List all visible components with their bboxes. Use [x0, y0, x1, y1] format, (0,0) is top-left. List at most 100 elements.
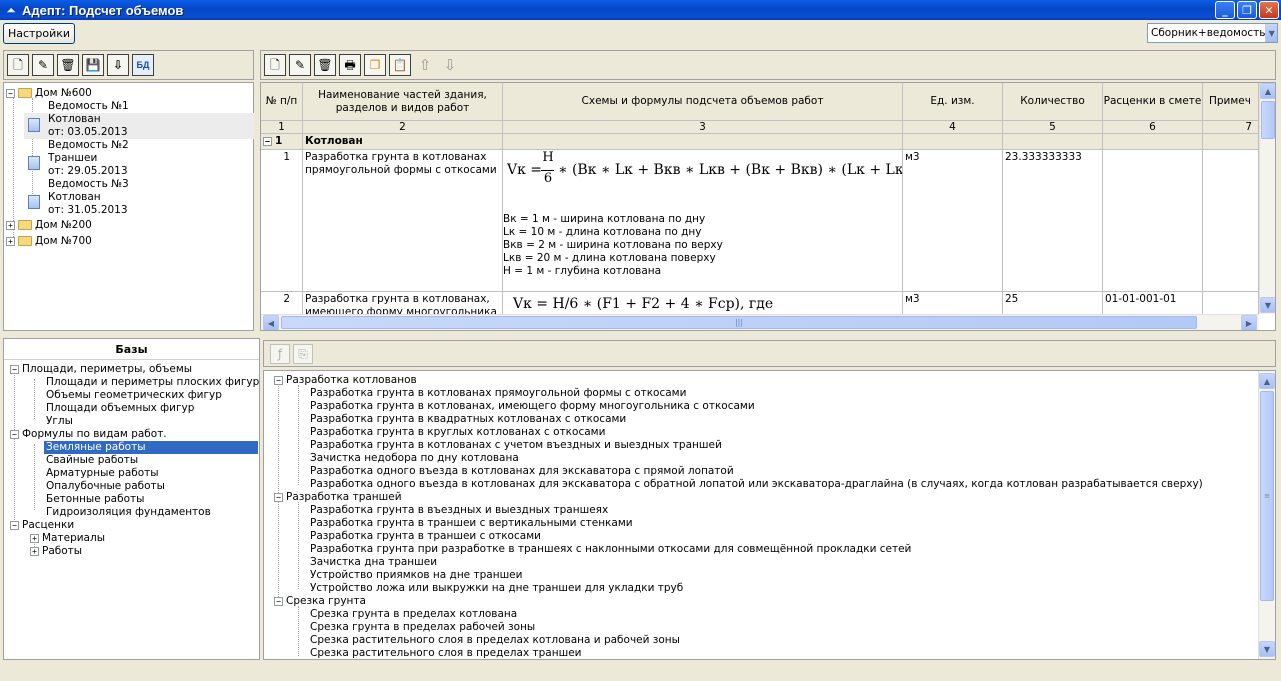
collapse-icon[interactable]: − — [10, 364, 19, 374]
tree-item-house[interactable]: + Дом №700 — [6, 235, 92, 248]
bases-item[interactable]: Площади и периметры плоских фигур — [46, 376, 259, 389]
new-document-icon[interactable]: 🗋 — [7, 54, 29, 76]
expand-icon[interactable]: + — [30, 533, 39, 543]
paste-icon[interactable]: 📋 — [389, 54, 411, 76]
tree-item-doc[interactable]: Котлован — [48, 113, 101, 126]
bases-item[interactable]: Свайные работы — [46, 454, 138, 467]
formula-group[interactable]: − Срезка грунта — [274, 595, 366, 608]
grid-vertical-scrollbar[interactable]: ▲ ▼ — [1259, 83, 1275, 314]
table-row-formula[interactable]: Vк = H 6 ∗ (Bк ∗ Lк + Bкв ∗ Lкв + (Bк + … — [503, 150, 903, 292]
formula-item[interactable]: Разработка грунта в квадратных котлована… — [310, 413, 626, 426]
download-icon[interactable]: ⇩ — [107, 54, 129, 76]
scroll-left-icon[interactable]: ◀ — [263, 315, 279, 330]
scroll-down-icon[interactable]: ▼ — [1260, 297, 1275, 313]
tree-item-house[interactable]: + Дом №200 — [6, 219, 92, 232]
scroll-thumb[interactable]: ||| — [281, 316, 1197, 329]
maximize-button[interactable]: ❐ — [1237, 1, 1257, 19]
formula-item[interactable]: Зачистка дна траншеи — [310, 556, 437, 569]
formula-item[interactable]: Зачистка недобора по дну котлована — [310, 452, 519, 465]
column-header-formula[interactable]: Схемы и формулы подсчета объемов работ — [503, 83, 903, 121]
bases-item[interactable]: Гидроизоляция фундаментов — [46, 506, 211, 519]
bases-group[interactable]: − Площади, периметры, объемы — [10, 363, 192, 376]
formula-icon[interactable]: ƒ — [270, 343, 290, 364]
column-header-qty[interactable]: Количество — [1003, 83, 1103, 121]
bases-item[interactable]: Арматурные работы — [46, 467, 159, 480]
collapse-icon[interactable]: − — [263, 136, 272, 146]
bases-group[interactable]: + Работы — [30, 545, 82, 558]
bases-group[interactable]: + Материалы — [30, 532, 105, 545]
tree-item-statement[interactable]: Ведомость №3 — [48, 178, 129, 191]
scroll-up-icon[interactable]: ▲ — [1260, 83, 1275, 99]
save-icon[interactable]: 💾 — [82, 54, 104, 76]
formula-item[interactable]: Разработка грунта в котлованах прямоугол… — [310, 387, 686, 400]
edit-icon[interactable]: ✎ — [32, 54, 54, 76]
tree-item-doc[interactable]: Траншеи — [48, 152, 97, 165]
column-header-name[interactable]: Наименование частей здания, разделов и в… — [303, 83, 503, 121]
collapse-icon[interactable]: − — [10, 429, 19, 439]
formula-item[interactable]: Срезка растительного слоя в пределах тра… — [310, 647, 581, 659]
scroll-right-icon[interactable]: ▶ — [1241, 315, 1257, 330]
scroll-down-icon[interactable]: ▼ — [1259, 641, 1275, 657]
delete-icon[interactable]: 🗑 — [314, 54, 336, 76]
arrow-down-icon[interactable]: ⇩ — [439, 54, 461, 76]
scroll-thumb[interactable] — [1261, 101, 1275, 139]
bases-item[interactable]: Площади объемных фигур — [46, 402, 194, 415]
expand-icon[interactable]: + — [6, 236, 15, 246]
formulas-scrollbar[interactable]: ▲ ≡ ▼ — [1258, 371, 1275, 659]
collapse-icon[interactable]: − — [274, 596, 283, 606]
section-row-name[interactable]: Котлован — [303, 134, 503, 150]
print-icon[interactable]: 🖶 — [339, 54, 361, 76]
scroll-thumb[interactable]: ≡ — [1260, 391, 1274, 601]
formula-group[interactable]: − Разработка траншей — [274, 491, 402, 504]
minimize-button[interactable]: _ — [1215, 1, 1235, 19]
collapse-icon[interactable]: − — [274, 375, 283, 385]
table-row-qty[interactable]: 23.333333333 — [1003, 150, 1103, 292]
formula-item[interactable]: Разработка грунта в котлованах с учетом … — [310, 439, 722, 452]
formula-item[interactable]: Разработка грунта в въездных и выездных … — [310, 504, 608, 517]
close-button[interactable]: ✕ — [1259, 1, 1279, 19]
bases-group[interactable]: − Расценки — [10, 519, 74, 532]
table-row-name[interactable]: Разработка грунта в котлованах прямоугол… — [303, 150, 503, 292]
new-document-icon[interactable]: 🗋 — [264, 54, 286, 76]
formula-item[interactable]: Разработка одного въезда в котлованах дл… — [310, 465, 734, 478]
mode-select[interactable]: Сборник+ведомость ▼ — [1147, 23, 1278, 43]
tree-item-statement[interactable]: Ведомость №2 — [48, 139, 129, 152]
formula-item[interactable]: Срезка грунта в пределах рабочей зоны — [310, 621, 535, 634]
bases-group[interactable]: − Формулы по видам работ. — [10, 428, 167, 441]
database-button[interactable]: БД — [132, 54, 154, 76]
section-row-num[interactable]: −1 — [261, 134, 303, 150]
formula-item[interactable]: Срезка растительного слоя в пределах кот… — [310, 634, 680, 647]
formula-item[interactable]: Разработка одного въезда в котлованах дл… — [310, 478, 1203, 491]
tree-item-statement[interactable]: Ведомость №1 — [48, 100, 129, 113]
bases-item[interactable]: Опалубочные работы — [46, 480, 165, 493]
column-header-note[interactable]: Примеч — [1203, 83, 1259, 121]
collapse-icon[interactable]: − — [274, 492, 283, 502]
table-row-price[interactable] — [1103, 150, 1203, 292]
bases-item[interactable]: Бетонные работы — [46, 493, 144, 506]
bases-item[interactable]: Объемы геометрических фигур — [46, 389, 222, 402]
expand-icon[interactable]: + — [30, 546, 39, 556]
delete-icon[interactable]: 🗑 — [57, 54, 79, 76]
scroll-up-icon[interactable]: ▲ — [1259, 373, 1275, 389]
collapse-icon[interactable]: − — [6, 88, 15, 98]
insert-icon[interactable]: ⎘ — [293, 343, 313, 364]
table-row-unit[interactable]: м3 — [903, 150, 1003, 292]
column-header-num[interactable]: № п/п — [261, 83, 303, 121]
tree-item-doc[interactable]: Котлован — [48, 191, 101, 204]
bases-item-selected[interactable]: Земляные работы — [44, 441, 258, 454]
table-row-num[interactable]: 1 — [261, 150, 303, 292]
tree-item-house[interactable]: − Дом №600 — [6, 87, 92, 100]
arrow-up-icon[interactable]: ⇧ — [414, 54, 436, 76]
expand-icon[interactable]: + — [6, 220, 15, 230]
column-header-price[interactable]: Расценки в смете — [1103, 83, 1203, 121]
formula-item[interactable]: Разработка грунта при разработке в транш… — [310, 543, 911, 556]
grid-horizontal-scrollbar[interactable]: ◀ ||| ▶ — [261, 314, 1259, 330]
bases-item[interactable]: Углы — [46, 415, 73, 428]
formula-item[interactable]: Разработка грунта в круглых котлованах с… — [310, 426, 605, 439]
collapse-icon[interactable]: − — [10, 520, 19, 530]
formula-item[interactable]: Устройство приямков на дне траншеи — [310, 569, 522, 582]
copy-icon[interactable]: ❐ — [364, 54, 386, 76]
formula-item[interactable]: Срезка грунта в пределах котлована — [310, 608, 517, 621]
column-header-unit[interactable]: Ед. изм. — [903, 83, 1003, 121]
edit-icon[interactable]: ✎ — [289, 54, 311, 76]
